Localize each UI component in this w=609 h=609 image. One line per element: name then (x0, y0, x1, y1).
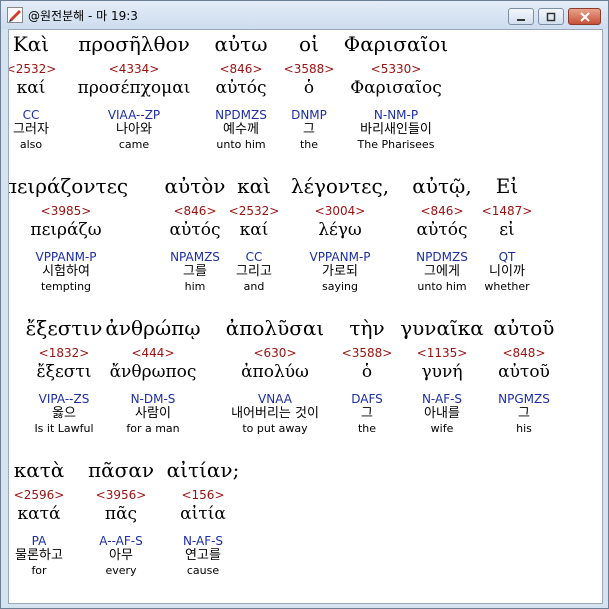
word-greek: αἰτίαν; (166, 458, 240, 482)
minimize-button[interactable] (508, 8, 534, 25)
word-english: his (516, 422, 532, 435)
title-bar[interactable]: @원전분해 - 마 19:3 (1, 1, 608, 29)
word-entry[interactable]: Φαρισαῖοι <5330> Φαρισαῖος N-NM-P 바리새인들이 The … (326, 32, 466, 152)
word-greek: αὐτοῦ (493, 316, 555, 340)
word-greek: Εἰ (495, 174, 519, 198)
word-korean: 니이까 (489, 264, 525, 279)
word-lemma: εἰ (499, 220, 515, 240)
window-title: @원전분해 - 마 19:3 (28, 9, 138, 23)
word-parse: QT (498, 250, 516, 264)
word-parse: NPGMZS (498, 392, 550, 406)
word-lemma: αὐτοῦ (498, 362, 550, 382)
word-korean: 사람이 (135, 406, 171, 421)
word-english: for a man (126, 422, 180, 435)
word-korean: 그 (518, 406, 530, 421)
word-strong: <3985> (40, 204, 92, 218)
word-lemma: πειράζω (30, 220, 102, 240)
word-english: whether (484, 280, 530, 293)
word-entry[interactable]: Εἰ <1487> εἰ QT 니이까 whether (437, 174, 577, 294)
word-entry[interactable]: ἀνθρώπῳ <444> ἄνθρωπος N-DM-S 사람이 for a man (83, 316, 223, 436)
word-greek: ἀνθρώπῳ (105, 316, 201, 340)
word-lemma: ἄνθρωπος (109, 362, 197, 382)
app-icon (7, 7, 23, 23)
word-strong: <1487> (481, 204, 533, 218)
maximize-icon (546, 12, 556, 21)
close-button[interactable] (568, 8, 601, 25)
close-icon (579, 11, 590, 22)
app-window: @원전분해 - 마 19:3 Καὶ <2532> καί CC 그러자 also προσ… (0, 0, 609, 609)
word-english: cause (186, 564, 220, 577)
word-greek: πειράζοντες (8, 174, 129, 198)
word-parse: N-NM-P (373, 108, 419, 122)
maximize-button[interactable] (538, 8, 564, 25)
word-strong: <848> (502, 346, 546, 360)
interlinear-panel[interactable]: Καὶ <2532> καί CC 그러자 also προσῆλθον <4334> προσ… (8, 29, 603, 604)
minimize-icon (517, 18, 525, 21)
word-parse: VPPANM-P (35, 250, 97, 264)
word-entry[interactable]: πειράζοντες <3985> πειράζω VPPANM-P 시험하여 temp… (8, 174, 136, 294)
word-parse: N-AF-S (182, 534, 224, 548)
word-lemma: αἰτία (180, 504, 226, 524)
word-korean: 시험하여 (42, 264, 90, 279)
word-greek: Φαρισαῖοι (343, 32, 449, 56)
word-korean: 바리새인들이 (360, 122, 432, 137)
word-english: tempting (40, 280, 92, 293)
word-korean: 연고를 (185, 548, 221, 563)
word-parse: N-DM-S (130, 392, 176, 406)
word-english: The Pharisees (357, 138, 435, 151)
word-entry[interactable]: αὐτοῦ <848> αὐτοῦ NPGMZS 그 his (454, 316, 594, 436)
word-strong: <5330> (370, 62, 422, 76)
word-lemma: Φαρισαῖος (350, 78, 442, 98)
word-strong: <156> (181, 488, 225, 502)
word-strong: <444> (131, 346, 175, 360)
word-entry[interactable]: αἰτίαν; <156> αἰτία N-AF-S 연고를 cause (133, 458, 273, 578)
